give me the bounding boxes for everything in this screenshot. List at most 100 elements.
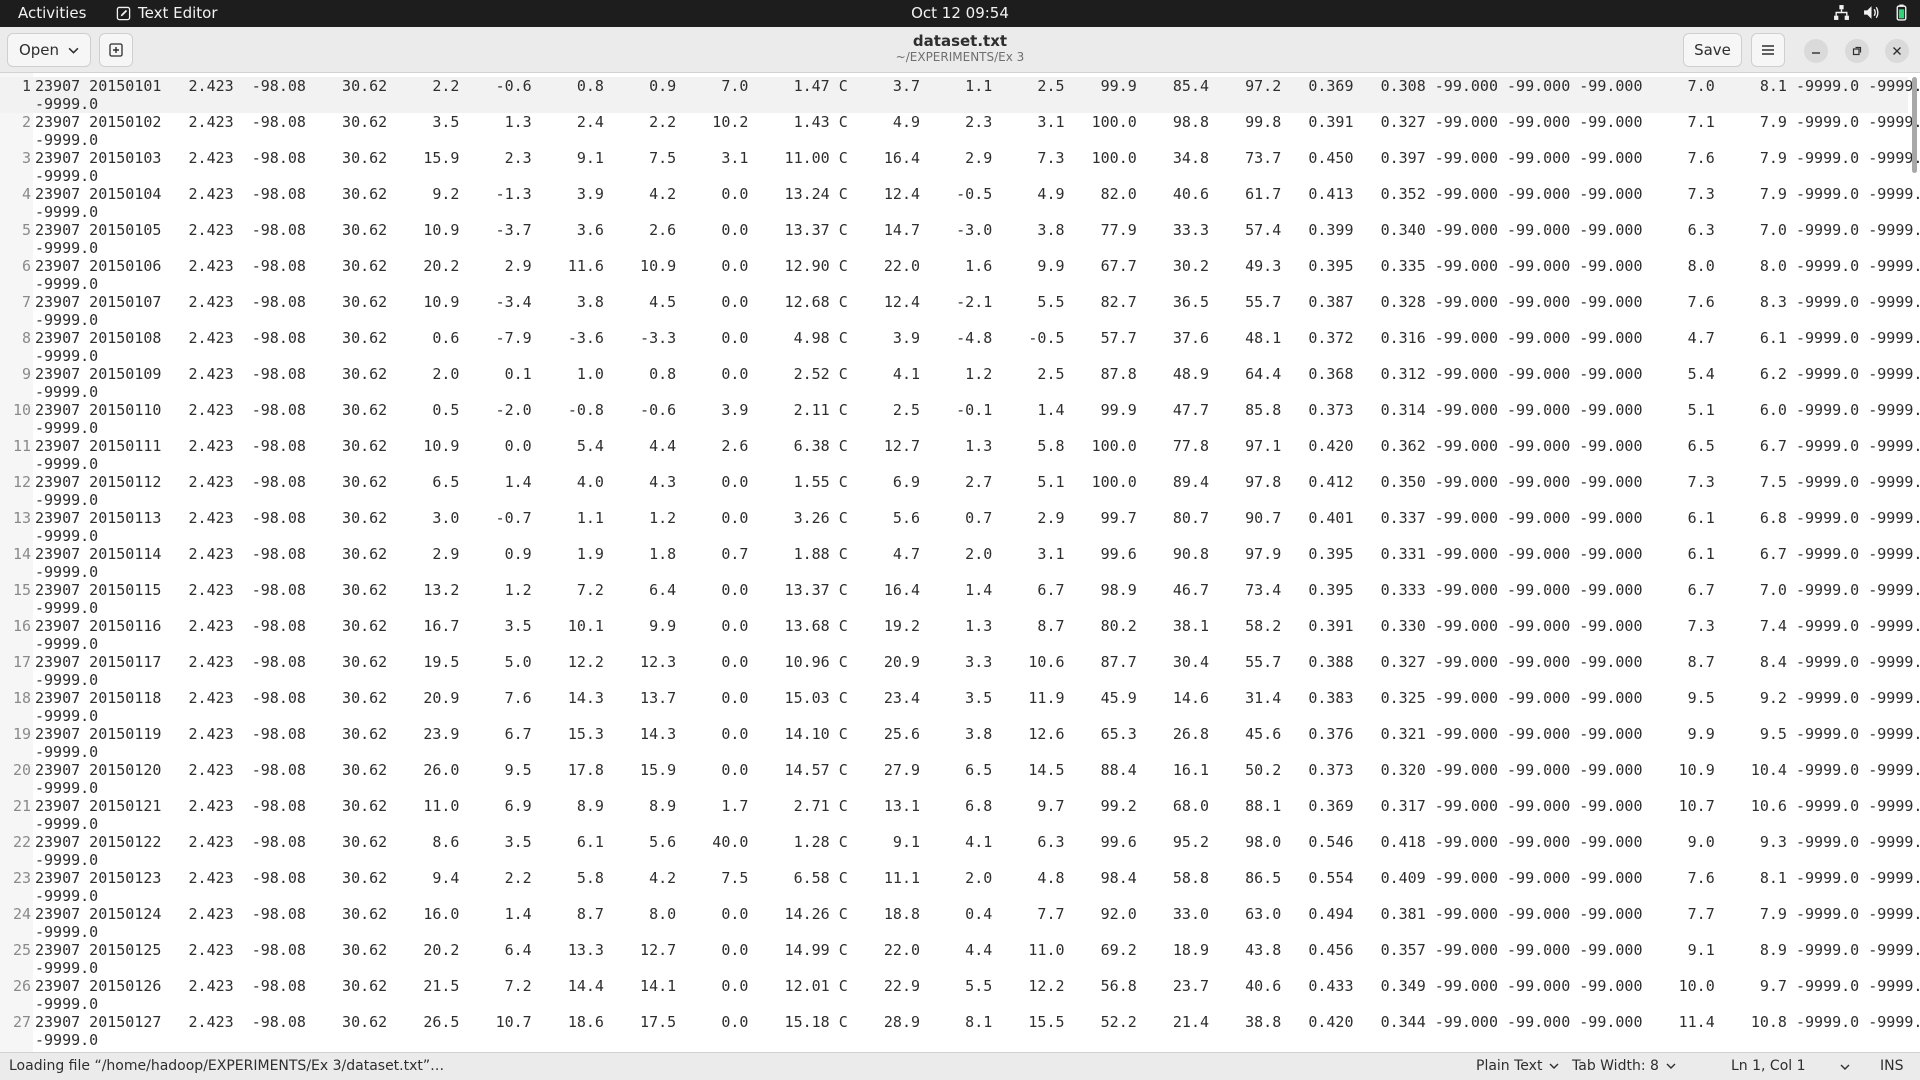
editor-line[interactable]: 22 23907 20150122 2.423 -98.08 30.62 8.6 … <box>0 833 1920 869</box>
editor-line[interactable]: 10 23907 20150110 2.423 -98.08 30.62 0.5 … <box>0 401 1920 437</box>
new-tab-button[interactable] <box>99 33 133 67</box>
status-bar: Loading file “/home/hadoop/EXPERIMENTS/E… <box>0 1052 1920 1080</box>
line-text: 23907 20150119 2.423 -98.08 30.62 23.9 6… <box>35 725 1920 743</box>
clock[interactable]: Oct 12 09:54 <box>911 4 1009 22</box>
editor-line[interactable]: 6 23907 20150106 2.423 -98.08 30.62 20.2 … <box>0 257 1920 293</box>
editor-line[interactable]: 20 23907 20150120 2.423 -98.08 30.62 26.0… <box>0 761 1920 797</box>
editor-line[interactable]: 4 23907 20150104 2.423 -98.08 30.62 9.2 -… <box>0 185 1920 221</box>
editor-line[interactable]: 1 23907 20150101 2.423 -98.08 30.62 2.2 -… <box>0 77 1920 113</box>
line-wrap-continuation: -9999.0 <box>35 239 99 257</box>
line-number: 5 <box>21 221 31 239</box>
line-wrap-continuation: -9999.0 <box>35 455 99 473</box>
editor-line[interactable]: 27 23907 20150127 2.423 -98.08 30.62 26.5… <box>0 1013 1920 1049</box>
editor-line[interactable]: 23 23907 20150123 2.423 -98.08 30.62 9.4 … <box>0 869 1920 905</box>
editor-line[interactable]: 5 23907 20150105 2.423 -98.08 30.62 10.9 … <box>0 221 1920 257</box>
system-tray[interactable] <box>1833 4 1910 21</box>
insert-mode-label: INS <box>1880 1058 1904 1074</box>
editor-line[interactable]: 3 23907 20150103 2.423 -98.08 30.62 15.9 … <box>0 149 1920 185</box>
position-dropdown[interactable] <box>1840 1062 1850 1072</box>
restore-icon <box>1852 46 1862 56</box>
line-text: 23907 20150116 2.423 -98.08 30.62 16.7 3… <box>35 617 1920 635</box>
line-number: 9 <box>21 365 31 383</box>
editor-line[interactable]: 26 23907 20150126 2.423 -98.08 30.62 21.5… <box>0 977 1920 1013</box>
line-text: 23907 20150103 2.423 -98.08 30.62 15.9 2… <box>35 149 1920 167</box>
chevron-down-icon <box>1840 1064 1850 1070</box>
close-icon <box>1893 47 1901 55</box>
editor-line[interactable]: 18 23907 20150118 2.423 -98.08 30.62 20.9… <box>0 689 1920 725</box>
line-number: 23 <box>12 869 31 887</box>
vertical-scrollbar[interactable] <box>1912 77 1917 173</box>
line-text: 23907 20150111 2.423 -98.08 30.62 10.9 0… <box>35 437 1920 455</box>
line-text: 23907 20150112 2.423 -98.08 30.62 6.5 1.… <box>35 473 1920 491</box>
line-wrap-continuation: -9999.0 <box>35 635 99 653</box>
line-wrap-continuation: -9999.0 <box>35 815 99 833</box>
language-selector[interactable]: Plain Text <box>1476 1058 1559 1074</box>
line-text: 23907 20150127 2.423 -98.08 30.62 26.5 1… <box>35 1013 1920 1031</box>
insert-mode-indicator[interactable]: INS <box>1880 1058 1904 1074</box>
line-wrap-continuation: -9999.0 <box>35 887 99 905</box>
header-bar: Open dataset.txt ~/EXPERIMENTS/Ex 3 Save <box>0 27 1920 73</box>
line-wrap-continuation: -9999.0 <box>35 563 99 581</box>
editor-line[interactable]: 21 23907 20150121 2.423 -98.08 30.62 11.0… <box>0 797 1920 833</box>
line-wrap-continuation: -9999.0 <box>35 743 99 761</box>
new-tab-icon <box>109 43 123 57</box>
line-number: 6 <box>21 257 31 275</box>
line-wrap-continuation: -9999.0 <box>35 347 99 365</box>
close-button[interactable] <box>1885 39 1909 63</box>
line-wrap-continuation: -9999.0 <box>35 1031 99 1049</box>
activities-button[interactable]: Activities <box>18 4 86 22</box>
cursor-position[interactable]: Ln 1, Col 1 <box>1731 1058 1806 1074</box>
maximize-button[interactable] <box>1845 39 1869 63</box>
line-text: 23907 20150118 2.423 -98.08 30.62 20.9 7… <box>35 689 1920 707</box>
line-wrap-continuation: -9999.0 <box>35 419 99 437</box>
line-number: 24 <box>12 905 31 923</box>
app-menu[interactable]: Text Editor <box>116 4 218 22</box>
document-title: dataset.txt <box>912 32 1008 50</box>
line-number: 12 <box>12 473 31 491</box>
line-text: 23907 20150109 2.423 -98.08 30.62 2.0 0.… <box>35 365 1920 383</box>
minimize-icon <box>1812 52 1820 54</box>
editor-line[interactable]: 13 23907 20150113 2.423 -98.08 30.62 3.0 … <box>0 509 1920 545</box>
editor-line[interactable]: 24 23907 20150124 2.423 -98.08 30.62 16.0… <box>0 905 1920 941</box>
line-number: 16 <box>12 617 31 635</box>
line-wrap-continuation: -9999.0 <box>35 923 99 941</box>
line-text: 23907 20150123 2.423 -98.08 30.62 9.4 2.… <box>35 869 1920 887</box>
minimize-button[interactable] <box>1804 39 1828 63</box>
editor-line[interactable]: 17 23907 20150117 2.423 -98.08 30.62 19.5… <box>0 653 1920 689</box>
editor-line[interactable]: 8 23907 20150108 2.423 -98.08 30.62 0.6 -… <box>0 329 1920 365</box>
battery-icon <box>1896 4 1907 21</box>
editor-line[interactable]: 12 23907 20150112 2.423 -98.08 30.62 6.5 … <box>0 473 1920 509</box>
line-wrap-continuation: -9999.0 <box>35 851 99 869</box>
text-editor-icon <box>116 6 131 20</box>
editor-line[interactable]: 19 23907 20150119 2.423 -98.08 30.62 23.9… <box>0 725 1920 761</box>
line-wrap-continuation: -9999.0 <box>35 383 99 401</box>
editor-line[interactable]: 15 23907 20150115 2.423 -98.08 30.62 13.2… <box>0 581 1920 617</box>
line-wrap-continuation: -9999.0 <box>35 995 99 1013</box>
line-number: 27 <box>12 1013 31 1031</box>
line-number: 21 <box>12 797 31 815</box>
editor-line[interactable]: 11 23907 20150111 2.423 -98.08 30.62 10.9… <box>0 437 1920 473</box>
line-wrap-continuation: -9999.0 <box>35 275 99 293</box>
editor-line[interactable]: 9 23907 20150109 2.423 -98.08 30.62 2.0 0… <box>0 365 1920 401</box>
tab-width-selector[interactable]: Tab Width: 8 <box>1572 1058 1676 1074</box>
text-editor-area[interactable]: 1 23907 20150101 2.423 -98.08 30.62 2.2 -… <box>0 73 1920 1052</box>
line-wrap-continuation: -9999.0 <box>35 779 99 797</box>
line-number: 7 <box>21 293 31 311</box>
line-text: 23907 20150101 2.423 -98.08 30.62 2.2 -0… <box>35 77 1920 95</box>
chevron-down-icon <box>1549 1063 1559 1069</box>
editor-line[interactable]: 7 23907 20150107 2.423 -98.08 30.62 10.9 … <box>0 293 1920 329</box>
open-button[interactable]: Open <box>7 33 91 67</box>
line-wrap-continuation: -9999.0 <box>35 707 99 725</box>
document-path: ~/EXPERIMENTS/Ex 3 <box>895 50 1025 64</box>
save-button[interactable]: Save <box>1683 33 1742 67</box>
line-number: 8 <box>21 329 31 347</box>
main-menu-button[interactable] <box>1751 33 1785 67</box>
editor-line[interactable]: 14 23907 20150114 2.423 -98.08 30.62 2.9 … <box>0 545 1920 581</box>
line-wrap-continuation: -9999.0 <box>35 131 99 149</box>
editor-line[interactable]: 16 23907 20150116 2.423 -98.08 30.62 16.7… <box>0 617 1920 653</box>
editor-line[interactable]: 2 23907 20150102 2.423 -98.08 30.62 3.5 1… <box>0 113 1920 149</box>
line-number: 3 <box>21 149 31 167</box>
editor-line[interactable]: 25 23907 20150125 2.423 -98.08 30.62 20.2… <box>0 941 1920 977</box>
volume-icon <box>1864 6 1879 19</box>
language-label: Plain Text <box>1476 1058 1543 1074</box>
